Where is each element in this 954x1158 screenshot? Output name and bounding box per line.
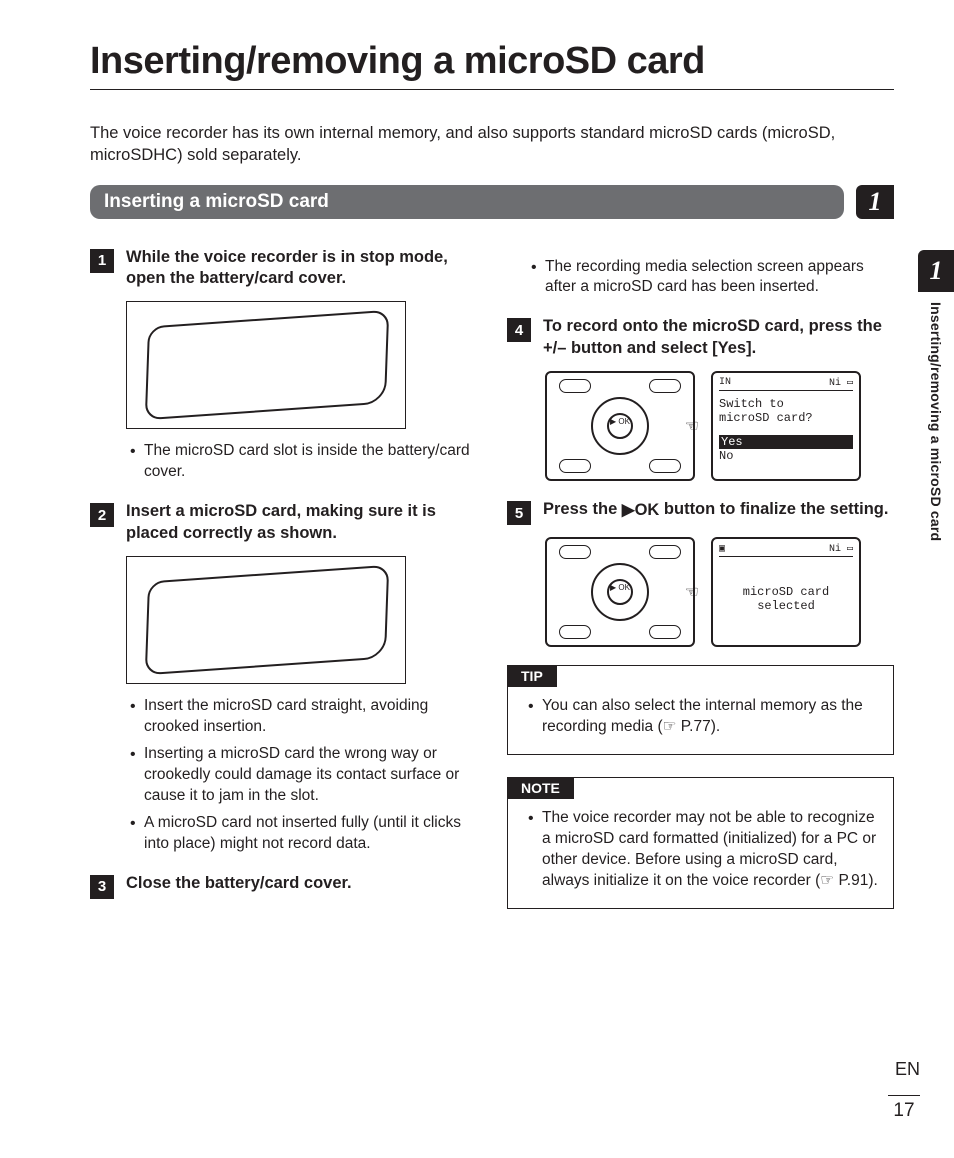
- footer-language: EN: [895, 1059, 920, 1080]
- step-5-figures: ▶ OK ☜ ▣ Ni ▭ microSD card selected: [545, 537, 894, 647]
- list-item: The microSD card slot is inside the batt…: [130, 441, 477, 483]
- footer-page-number: 17: [888, 1095, 920, 1122]
- right-column: The recording media selection screen app…: [507, 247, 894, 911]
- lcd-selected-line1: microSD card: [719, 585, 853, 599]
- section-heading: Inserting a microSD card: [90, 185, 844, 219]
- step-2-number: 2: [90, 503, 114, 527]
- left-column: 1 While the voice recorder is in stop mo…: [90, 247, 477, 911]
- figure-insert-card: [126, 556, 406, 684]
- step-5-text-post: button to finalize the setting.: [659, 500, 888, 518]
- lcd-line1: Switch to: [719, 397, 853, 411]
- note-label: NOTE: [507, 777, 574, 799]
- tip-text: You can also select the internal memory …: [528, 696, 881, 738]
- lcd-badge-battery: Ni ▭: [829, 543, 853, 556]
- step-1-bullets: The microSD card slot is inside the batt…: [90, 441, 477, 483]
- play-ok-icon: ▶OK: [622, 500, 659, 521]
- step-1: 1 While the voice recorder is in stop mo…: [90, 247, 477, 290]
- figure-control-pad-2: ▶ OK ☜: [545, 537, 695, 647]
- step-4: 4 To record onto the microSD card, press…: [507, 316, 894, 359]
- tip-label: TIP: [507, 665, 557, 687]
- list-item: Insert the microSD card straight, avoidi…: [130, 696, 477, 738]
- step-4-text: To record onto the microSD card, press t…: [543, 316, 894, 359]
- ok-button-icon: ▶ OK: [607, 413, 633, 439]
- step-3-text: Close the battery/card cover.: [126, 873, 352, 899]
- tip-box: TIP You can also select the internal mem…: [507, 665, 894, 755]
- lcd-badge-card-icon: ▣: [719, 543, 725, 556]
- step-1-number: 1: [90, 249, 114, 273]
- side-section-title: Inserting/removing a microSD card: [928, 302, 944, 541]
- figure-lcd-selected: ▣ Ni ▭ microSD card selected: [711, 537, 861, 647]
- note-box: NOTE The voice recorder may not be able …: [507, 777, 894, 909]
- lcd-option-no: No: [719, 449, 853, 463]
- page-title: Inserting/removing a microSD card: [90, 40, 894, 90]
- lcd-badge-battery: Ni ▭: [829, 377, 853, 390]
- list-item: The recording media selection screen app…: [531, 257, 894, 299]
- lcd-badge-in: IN: [719, 377, 731, 390]
- chapter-number-badge: 1: [856, 185, 894, 219]
- lcd-selected-line2: selected: [719, 599, 853, 613]
- figure-control-pad: ▶ OK ☜: [545, 371, 695, 481]
- step-4-number: 4: [507, 318, 531, 342]
- step-1-text: While the voice recorder is in stop mode…: [126, 247, 477, 290]
- list-item: Inserting a microSD card the wrong way o…: [130, 744, 477, 807]
- ok-button-icon: ▶ OK: [607, 579, 633, 605]
- note-text: The voice recorder may not be able to re…: [528, 808, 881, 892]
- step-3-number: 3: [90, 875, 114, 899]
- pointing-hand-icon: ☜: [685, 582, 699, 602]
- step-5-number: 5: [507, 501, 531, 525]
- step-3-bullets: The recording media selection screen app…: [507, 257, 894, 299]
- figure-lcd-switch: IN Ni ▭ Switch to microSD card? Yes No: [711, 371, 861, 481]
- intro-paragraph: The voice recorder has its own internal …: [90, 122, 894, 167]
- list-item: A microSD card not inserted fully (until…: [130, 813, 477, 855]
- step-4-figures: ▶ OK ☜ IN Ni ▭ Switch to microSD card? Y…: [545, 371, 894, 481]
- step-4-text-pre: To record onto the microSD card, press t…: [543, 317, 882, 356]
- step-5: 5 Press the ▶OK button to finalize the s…: [507, 499, 894, 525]
- step-4-yes: Yes: [718, 339, 746, 357]
- step-5-text: Press the ▶OK button to finalize the set…: [543, 499, 888, 525]
- figure-open-cover: [126, 301, 406, 429]
- step-5-text-pre: Press the: [543, 500, 622, 518]
- step-2: 2 Insert a microSD card, making sure it …: [90, 501, 477, 544]
- step-2-text: Insert a microSD card, making sure it is…: [126, 501, 477, 544]
- lcd-line2: microSD card?: [719, 411, 853, 425]
- side-chapter-number: 1: [918, 250, 954, 292]
- side-tab: 1 Inserting/removing a microSD card: [918, 250, 954, 541]
- step-3: 3 Close the battery/card cover.: [90, 873, 477, 899]
- lcd-option-yes: Yes: [719, 435, 853, 449]
- pointing-hand-icon: ☜: [685, 416, 699, 436]
- step-4-text-post: ].: [746, 339, 756, 357]
- step-2-bullets: Insert the microSD card straight, avoidi…: [90, 696, 477, 854]
